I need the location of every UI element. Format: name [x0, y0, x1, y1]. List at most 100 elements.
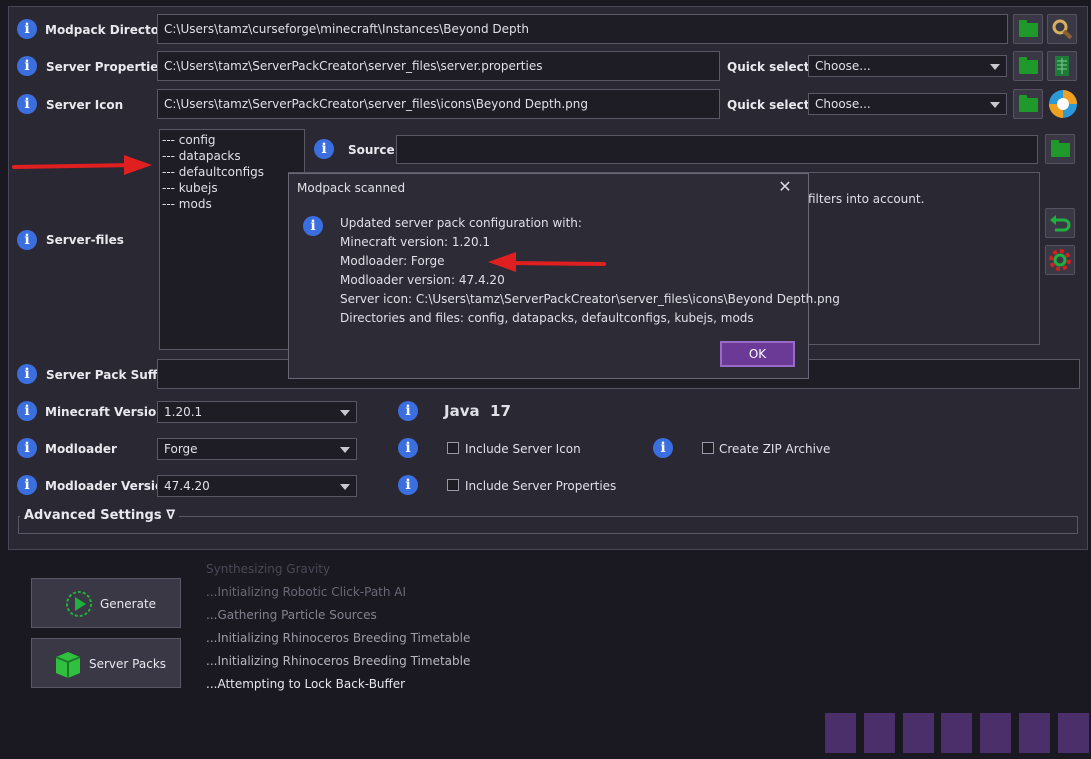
create-zip-label[interactable]: Create ZIP Archive: [719, 442, 830, 456]
dialog-title: Modpack scanned: [297, 181, 406, 195]
red-arrow-annotation: [12, 155, 152, 175]
quick-select-value: Choose...: [815, 59, 871, 73]
quick-select-label: Quick select:: [727, 60, 815, 74]
log-line: ...Gathering Particle Sources: [206, 608, 377, 622]
browse-modpack-button[interactable]: [1013, 14, 1043, 44]
server-packs-button[interactable]: Server Packs: [31, 638, 181, 688]
red-arrow-annotation: [488, 252, 606, 272]
modloader-info-icon[interactable]: i: [17, 438, 37, 458]
modpack-scanned-dialog: Modpack scanned ✕ i Updated server pack …: [288, 173, 840, 379]
dialog-line: Directories and files: config, datapacks…: [340, 311, 754, 325]
generate-button[interactable]: Generate: [31, 578, 181, 628]
server-pack-suffix-label: Server Pack Suffix: [46, 368, 169, 382]
suffix-info-icon[interactable]: i: [17, 364, 37, 384]
server-files-hint: filters into account.: [808, 192, 925, 206]
minecraft-version-info-icon[interactable]: i: [17, 401, 37, 421]
include-icon-info-icon[interactable]: i: [398, 438, 418, 458]
log-line: Synthesizing Gravity: [206, 562, 331, 576]
tree-item-kubejs[interactable]: --- kubejs: [160, 180, 304, 196]
include-server-icon-label[interactable]: Include Server Icon: [465, 442, 581, 456]
server-icon-quick-select[interactable]: Choose...: [808, 93, 1007, 115]
magnifier-icon: [1052, 19, 1073, 40]
browse-icon-button[interactable]: [1013, 89, 1043, 119]
modloader-version-select[interactable]: 47.4.20: [157, 475, 357, 497]
minecraft-version-label: Minecraft Version: [45, 405, 165, 419]
server-icon-label: Server Icon: [46, 98, 124, 112]
modloader-select[interactable]: Forge: [157, 438, 357, 460]
spreadsheet-icon: [1055, 56, 1069, 76]
chevron-down-icon: [340, 410, 350, 416]
box-icon: [55, 652, 81, 678]
gear-icon: [1049, 249, 1071, 271]
quick-select-label: Quick select:: [727, 98, 815, 112]
progress-block: [903, 713, 934, 753]
browse-properties-button[interactable]: [1013, 51, 1043, 81]
progress-block: [825, 713, 856, 753]
create-zip-checkbox[interactable]: [702, 442, 714, 454]
server-properties-info-icon[interactable]: i: [17, 56, 37, 76]
chevron-down-icon: [990, 64, 1000, 70]
quick-select-value: Choose...: [815, 97, 871, 111]
server-properties-quick-select[interactable]: Choose...: [808, 55, 1007, 77]
tree-item-mods[interactable]: --- mods: [160, 196, 304, 212]
server-properties-input[interactable]: C:\Users\tamz\ServerPackCreator\server_f…: [157, 51, 720, 81]
server-icon-input[interactable]: C:\Users\tamz\ServerPackCreator\server_f…: [157, 89, 720, 119]
open-properties-button[interactable]: [1047, 51, 1077, 81]
dialog-line: Modloader version: 47.4.20: [340, 273, 505, 287]
modloader-label: Modloader: [45, 442, 117, 456]
include-properties-info-icon[interactable]: i: [398, 475, 418, 495]
settings-button[interactable]: [1045, 245, 1075, 275]
play-icon: [66, 591, 92, 617]
close-icon[interactable]: ✕: [773, 177, 797, 197]
folder-icon: [1019, 95, 1038, 112]
open-icon-button[interactable]: [1047, 88, 1079, 120]
server-properties-label: Server Properties: [46, 60, 166, 74]
source-label: Source:: [348, 143, 400, 157]
source-info-icon[interactable]: i: [314, 139, 334, 159]
tree-item-config[interactable]: --- config: [160, 132, 304, 148]
server-files-label: Server-files: [46, 233, 124, 247]
source-input[interactable]: [396, 135, 1038, 164]
tree-item-defaultconfigs[interactable]: --- defaultconfigs: [160, 164, 304, 180]
server-files-tree[interactable]: --- config --- datapacks --- defaultconf…: [159, 129, 305, 350]
log-line: ...Initializing Robotic Click-Path AI: [206, 585, 407, 599]
ok-button[interactable]: OK: [720, 341, 795, 367]
modpack-directory-label: Modpack Directory: [45, 23, 173, 37]
folder-icon: [1019, 20, 1038, 37]
log-line: ...Initializing Rhinoceros Breeding Time…: [206, 654, 471, 668]
progress-block: [864, 713, 895, 753]
include-server-icon-checkbox[interactable]: [447, 442, 459, 454]
modloader-version-value: 47.4.20: [164, 479, 210, 493]
modloader-version-label: Modloader Version: [45, 479, 172, 493]
dialog-line: Minecraft version: 1.20.1: [340, 235, 491, 249]
include-server-properties-label[interactable]: Include Server Properties: [465, 479, 616, 493]
log-line: ...Initializing Rhinoceros Breeding Time…: [206, 631, 471, 645]
modpack-directory-info-icon[interactable]: i: [17, 19, 37, 39]
progress-block: [1019, 713, 1050, 753]
include-server-properties-checkbox[interactable]: [447, 479, 459, 491]
chevron-down-icon: [990, 102, 1000, 108]
generate-label: Generate: [100, 597, 157, 611]
image-viewer-icon: [1049, 90, 1077, 118]
folder-icon: [1019, 57, 1038, 74]
log-line: ...Attempting to Lock Back-Buffer: [206, 677, 406, 691]
undo-icon: [1050, 215, 1071, 232]
tree-item-datapacks[interactable]: --- datapacks: [160, 148, 304, 164]
folder-icon: [1051, 140, 1070, 157]
server-icon-info-icon[interactable]: i: [17, 94, 37, 114]
java-info-icon[interactable]: i: [398, 401, 418, 421]
modloader-value: Forge: [164, 442, 198, 456]
zip-info-icon[interactable]: i: [653, 438, 673, 458]
dialog-line: Modloader: Forge: [340, 254, 445, 268]
minecraft-version-select[interactable]: 1.20.1: [157, 401, 357, 423]
server-files-info-icon[interactable]: i: [17, 230, 37, 250]
advanced-settings-toggle[interactable]: Advanced Settings ∇: [20, 508, 180, 523]
server-packs-label: Server Packs: [89, 657, 167, 671]
browse-source-button[interactable]: [1045, 134, 1075, 164]
chevron-down-icon: [340, 447, 350, 453]
reset-button[interactable]: [1045, 208, 1075, 238]
modpack-directory-input[interactable]: C:\Users\tamz\curseforge\minecraft\Insta…: [157, 14, 1008, 44]
modloader-version-info-icon[interactable]: i: [17, 475, 37, 495]
java-version-text: Java 17: [444, 402, 511, 420]
scan-modpack-button[interactable]: [1047, 14, 1077, 44]
